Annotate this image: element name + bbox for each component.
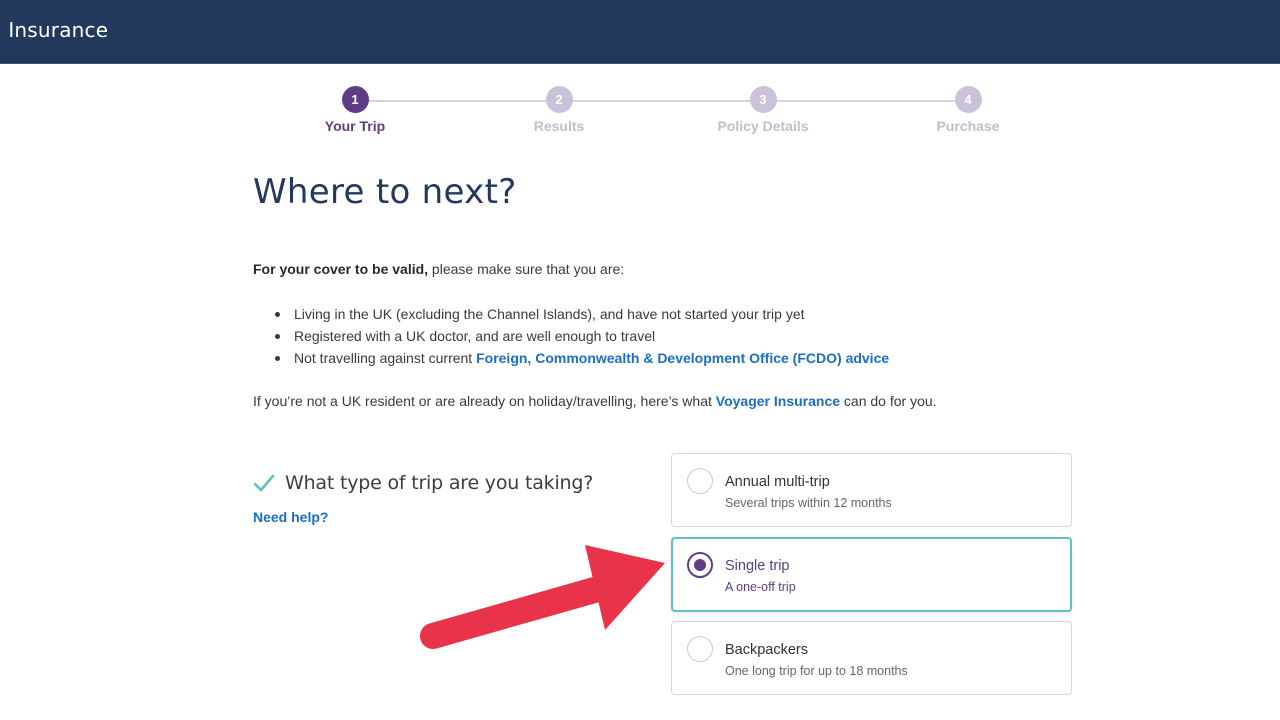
requirement-text: Registered with a UK doctor, and are wel… [294,328,656,344]
step-number-badge: 2 [545,86,573,113]
radio-button-selected[interactable] [687,552,713,578]
requirement-text: Living in the UK (excluding the Channel … [294,306,805,322]
annotation-arrow-icon [420,545,665,649]
voyager-insurance-link[interactable]: Voyager Insurance [716,393,840,409]
non-resident-note: If you’re not a UK resident or are alrea… [253,393,937,409]
page-title: Where to next? [253,172,517,212]
trip-option-single-trip[interactable]: Single trip A one-off trip [671,537,1072,612]
trip-type-question: What type of trip are you taking? [253,469,593,497]
step-number-badge: 4 [954,86,982,113]
radio-button[interactable] [687,468,713,494]
radio-button[interactable] [687,636,713,662]
non-resident-text: If you’re not a UK resident or are alrea… [253,393,716,409]
question-text: What type of trip are you taking? [285,472,594,494]
step-number-badge: 1 [341,86,369,113]
step-label: Policy Details [717,118,809,134]
intro-text: please make sure that you are: [428,261,625,277]
step-label: Your Trip [324,118,386,134]
fcdo-advice-link[interactable]: Foreign, Commonwealth & Development Offi… [476,350,889,366]
step-policy-details: 3 Policy Details [683,86,843,134]
requirements-list: Living in the UK (excluding the Channel … [273,304,889,370]
cover-validity-intro: For your cover to be valid, please make … [253,261,624,277]
stepper-line [355,100,965,102]
step-number-badge: 3 [749,86,777,113]
trip-option-backpackers[interactable]: Backpackers One long trip for up to 18 m… [671,621,1072,695]
option-subtitle: One long trip for up to 18 months [725,664,908,678]
option-subtitle: A one-off trip [725,580,796,594]
step-label: Results [533,118,585,134]
list-item: Not travelling against current Foreign, … [273,348,889,370]
progress-stepper: 1 Your Trip 2 Results 3 Policy Details 4… [300,86,1020,146]
step-label: Purchase [936,118,1000,134]
trip-option-annual-multi-trip[interactable]: Annual multi-trip Several trips within 1… [671,453,1072,527]
option-subtitle: Several trips within 12 months [725,496,892,510]
brand-name[interactable]: l Insurance [0,18,108,42]
step-purchase: 4 Purchase [888,86,1048,134]
option-title: Annual multi-trip [725,474,830,490]
step-results: 2 Results [479,86,639,134]
option-title: Backpackers [725,642,809,658]
checkmark-icon [253,474,275,492]
list-item: Living in the UK (excluding the Channel … [273,304,889,326]
intro-bold-text: For your cover to be valid, [253,261,429,277]
non-resident-text-end: can do for you. [840,393,937,409]
site-header: l Insurance [0,0,1280,64]
step-your-trip: 1 Your Trip [275,86,435,134]
need-help-link[interactable]: Need help? [253,509,328,525]
option-title: Single trip [725,558,790,574]
list-item: Registered with a UK doctor, and are wel… [273,326,889,348]
requirement-text: Not travelling against current [294,350,477,366]
